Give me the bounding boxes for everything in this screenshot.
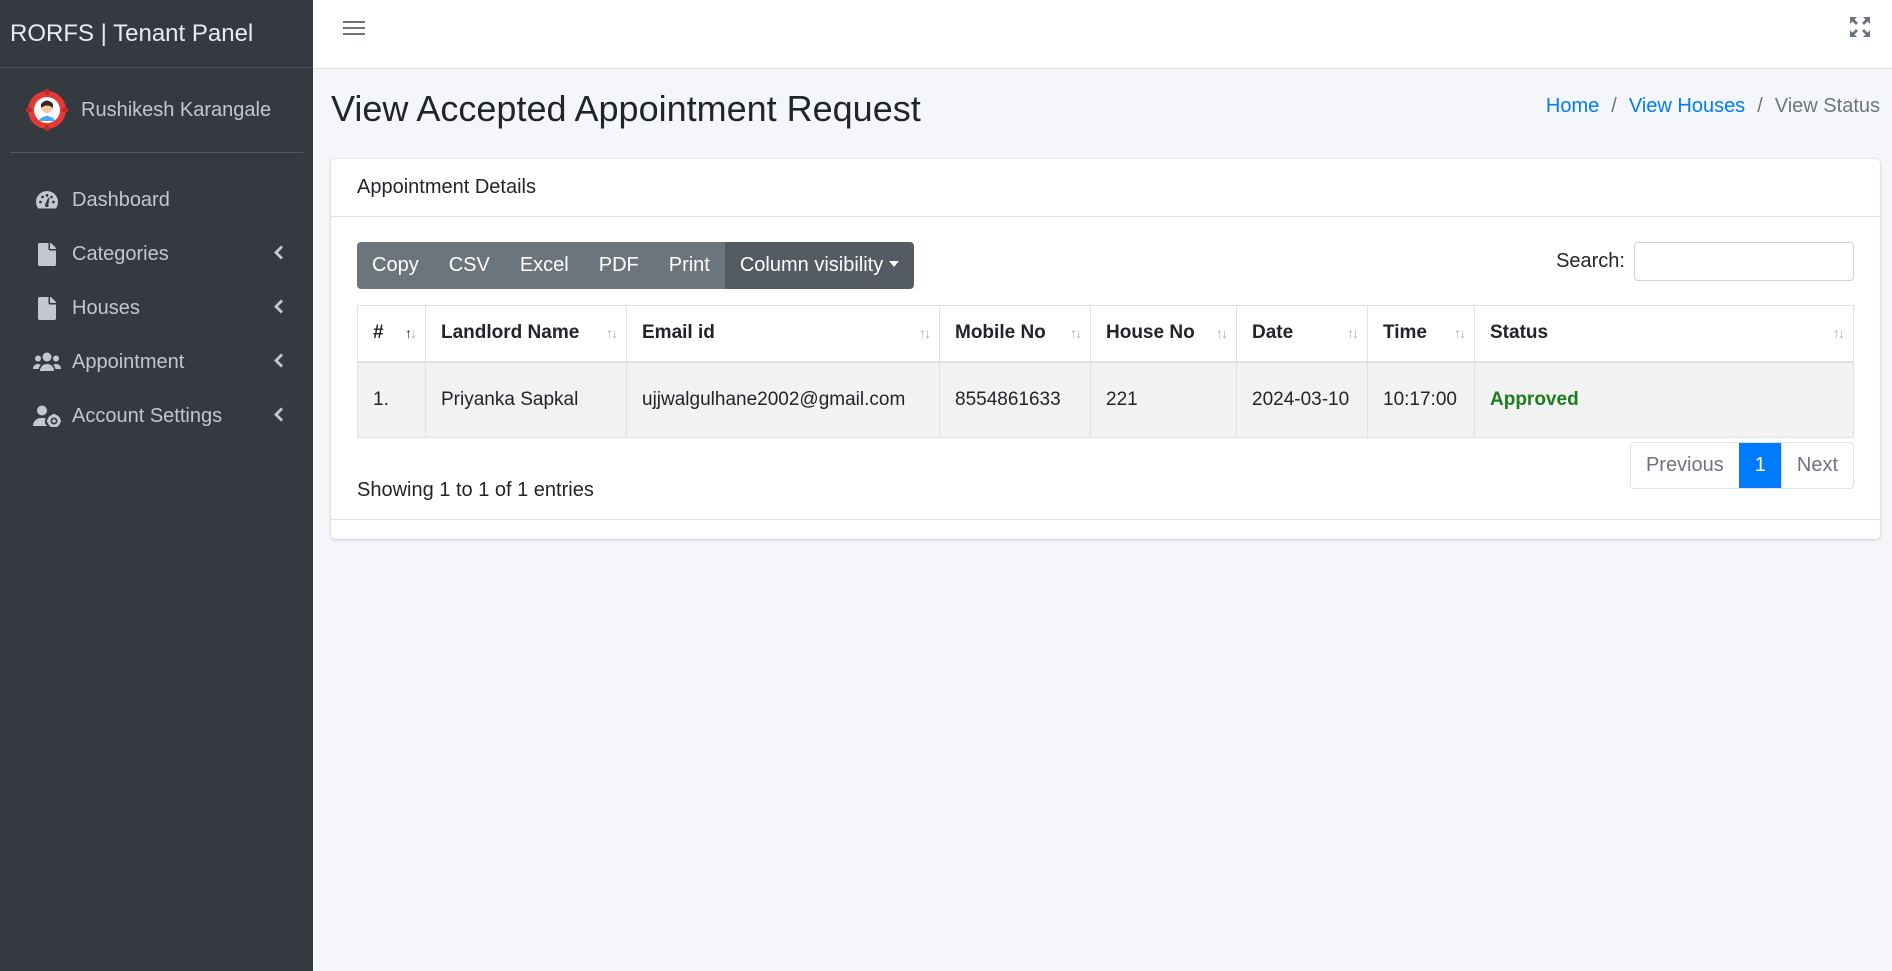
column-header-label: Time [1383,322,1428,344]
card-footer-divider [331,519,1880,520]
table-info: Showing 1 to 1 of 1 entries [357,479,594,501]
sort-icon: ↑↓ [1070,325,1082,342]
search-container: Search: [1556,242,1854,281]
appointment-card: Appointment Details Copy CSV Excel PDF P… [331,159,1880,539]
card-title: Appointment Details [331,159,1880,217]
sidebar-item-label: Appointment [72,350,185,373]
column-header-date[interactable]: Date ↑↓ [1236,305,1368,363]
pagination-next[interactable]: Next [1780,443,1853,488]
column-header-label: House No [1106,322,1195,344]
print-button[interactable]: Print [653,242,725,289]
sort-icon: ↑↓ [919,325,931,342]
expand-icon[interactable] [1850,17,1870,42]
sort-icon: ↑↓ [1216,325,1228,342]
cell-time: 10:17:00 [1367,361,1475,438]
pagination-page-1[interactable]: 1 [1738,443,1781,488]
sidebar-item-account-settings[interactable]: Account Settings [0,389,313,443]
cell-house-no: 221 [1090,361,1237,438]
sidebar-item-label: Dashboard [72,188,170,211]
column-header-email[interactable]: Email id ↑↓ [626,305,940,363]
brand-link[interactable]: RORFS | Tenant Panel [0,0,313,68]
avatar[interactable] [26,89,68,131]
pagination: Previous 1 Next [1629,442,1854,489]
users-icon [32,350,62,374]
file-icon [32,296,62,320]
column-header-label: Date [1252,322,1294,344]
cell-mobile: 8554861633 [939,361,1091,438]
column-header-label: Status [1490,322,1549,344]
sort-asc-icon: ↑↓ [405,325,417,342]
breadcrumb-current: View Status [1774,95,1880,117]
breadcrumb: Home / View Houses / View Status [1546,95,1880,118]
cell-landlord-name: Priyanka Sapkal [425,361,627,438]
search-label: Search: [1556,250,1625,272]
column-header-index[interactable]: # ↑↓ [357,305,426,363]
chevron-left-icon [273,297,283,320]
column-header-label: # [373,322,384,344]
breadcrumb-separator: / [1757,95,1763,117]
sidebar-item-houses[interactable]: Houses [0,281,313,335]
page-title: View Accepted Appointment Request [331,88,921,129]
breadcrumb-separator: / [1611,95,1617,117]
caret-down-icon [889,260,900,267]
sidebar-item-label: Categories [72,242,169,265]
sort-icon: ↑↓ [606,325,618,342]
column-header-label: Email id [642,322,715,344]
sidebar-nav: Dashboard Categories Houses Appointment … [0,173,313,443]
sidebar-item-label: Houses [72,296,140,319]
chevron-left-icon [273,405,283,428]
breadcrumb-home[interactable]: Home [1546,95,1599,118]
column-header-house-no[interactable]: House No ↑↓ [1090,305,1237,363]
chevron-left-icon [273,351,283,374]
hamburger-icon[interactable] [343,17,365,37]
top-navbar [313,0,1892,69]
table-header-row: # ↑↓ Landlord Name ↑↓ Email id ↑↓ Mobile No… [357,305,1854,363]
cell-date: 2024-03-10 [1236,361,1368,438]
export-button-group: Copy CSV Excel PDF Print Column visibili… [357,242,915,289]
sidebar-item-dashboard[interactable]: Dashboard [0,173,313,227]
user-name[interactable]: Rushikesh Karangale [81,99,271,122]
sidebar: RORFS | Tenant Panel Rushikesh Karangale [0,0,313,971]
file-icon [32,242,62,266]
column-header-label: Landlord Name [441,322,580,344]
brand-text[interactable]: RORFS | Tenant Panel [10,20,253,48]
column-visibility-label: Column visibility [739,254,884,276]
card-body: Copy CSV Excel PDF Print Column visibili… [331,217,1880,517]
excel-button[interactable]: Excel [504,242,584,289]
breadcrumb-view-houses[interactable]: View Houses [1629,95,1745,118]
search-input[interactable] [1634,242,1854,281]
user-panel: Rushikesh Karangale [10,68,303,153]
cell-index: 1. [357,361,426,438]
sidebar-item-categories[interactable]: Categories [0,227,313,281]
copy-button[interactable]: Copy [357,242,434,289]
pdf-button[interactable]: PDF [583,242,654,289]
table-row: 1. Priyanka Sapkal ujjwalgulhane2002@gma… [357,361,1854,438]
column-header-landlord-name[interactable]: Landlord Name ↑↓ [425,305,627,363]
sidebar-item-appointment[interactable]: Appointment [0,335,313,389]
column-header-time[interactable]: Time ↑↓ [1367,305,1475,363]
cell-email: ujjwalgulhane2002@gmail.com [626,361,940,438]
user-gear-avatar-icon [26,89,68,131]
sort-icon: ↑↓ [1454,325,1466,342]
sort-icon: ↑↓ [1347,325,1359,342]
status-badge: Approved [1474,361,1854,438]
csv-button[interactable]: CSV [433,242,505,289]
pagination-previous[interactable]: Previous [1631,443,1739,488]
user-cog-icon [32,404,62,428]
sidebar-item-label: Account Settings [72,404,223,427]
column-visibility-button[interactable]: Column visibility [724,242,915,289]
sort-icon: ↑↓ [1833,325,1845,342]
chevron-left-icon [273,243,283,266]
tachometer-icon [32,188,62,212]
column-header-mobile[interactable]: Mobile No ↑↓ [939,305,1091,363]
column-header-label: Mobile No [955,322,1046,344]
appointments-table: # ↑↓ Landlord Name ↑↓ Email id ↑↓ Mobile No… [357,305,1854,438]
column-header-status[interactable]: Status ↑↓ [1474,305,1854,363]
